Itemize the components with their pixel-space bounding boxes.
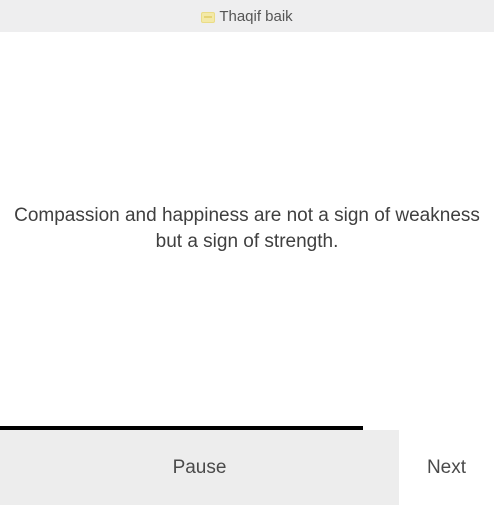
pause-button[interactable]: Pause [0,430,399,505]
quote-text: Compassion and happiness are not a sign … [14,205,480,252]
quote-area: Compassion and happiness are not a sign … [0,32,494,426]
app-icon [201,12,216,23]
title-bar: Thaqif baik [0,0,494,32]
app-title: Thaqif baik [219,7,293,25]
next-button[interactable]: Next [399,430,494,505]
